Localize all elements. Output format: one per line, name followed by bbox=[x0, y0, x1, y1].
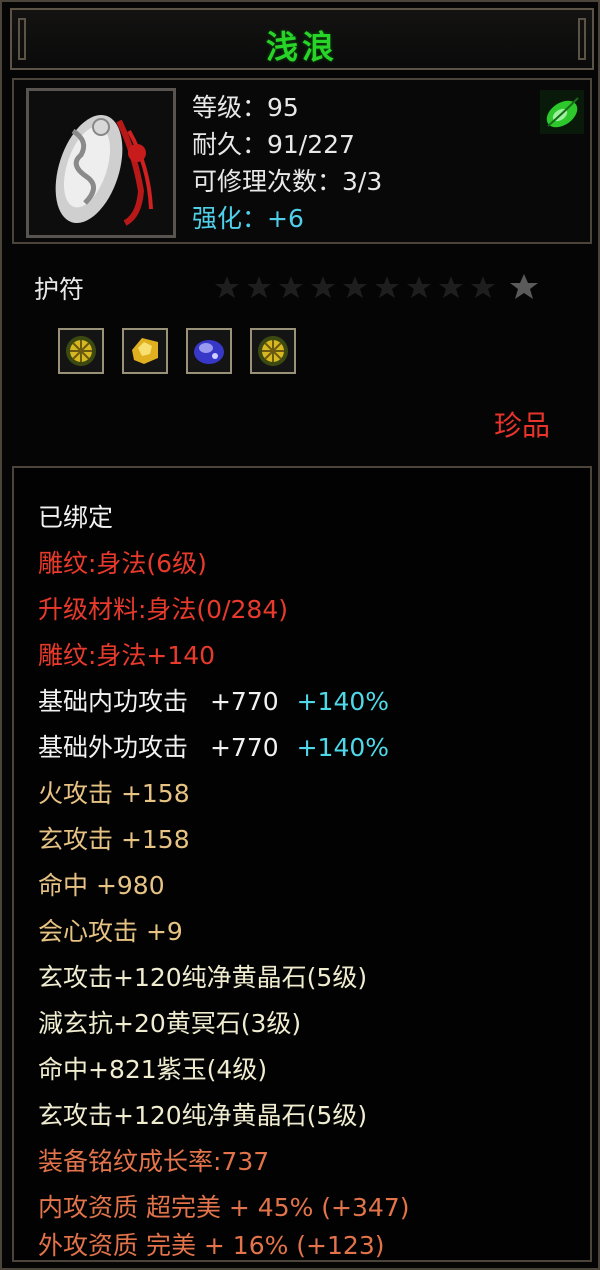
socket-line-2: 減玄抗+20黄冥石(3级) bbox=[38, 1009, 302, 1038]
yellow-crystal-gem-icon[interactable] bbox=[250, 328, 296, 374]
engrave-line: 雕纹:身法(6级) bbox=[38, 549, 207, 578]
item-level: 等级：95 bbox=[192, 93, 299, 122]
xuan-attack-line: 玄攻击 +158 bbox=[38, 825, 190, 854]
fire-attack-line: 火攻击 +158 bbox=[38, 779, 190, 808]
inner-attack-value: +770 bbox=[209, 687, 279, 716]
yellow-stone-gem-icon[interactable] bbox=[122, 328, 168, 374]
star-icon bbox=[510, 274, 538, 299]
item-repair-count: 可修理次数：3/3 bbox=[192, 167, 383, 196]
inner-quality-line: 内攻资质 超完美 + 45% (+347) bbox=[38, 1193, 410, 1222]
socket-line-4: 玄攻击+120纯净黄晶石(5级) bbox=[38, 1101, 368, 1130]
attribute-panel: 已绑定 雕纹:身法(6级) 升级材料:身法(0/284) 雕纹:身法+140 基… bbox=[12, 466, 592, 1262]
title-bar: 浅浪 bbox=[10, 8, 594, 70]
inner-attack-line: 基础内功攻击 +770 +140% bbox=[38, 682, 389, 718]
crit-line: 会心攻击 +9 bbox=[38, 917, 183, 946]
engrave-bonus-line: 雕纹:身法+140 bbox=[38, 641, 216, 670]
growth-rate-line: 装备铭纹成长率:737 bbox=[38, 1147, 270, 1176]
outer-attack-pct: +140% bbox=[296, 733, 390, 762]
outer-attack-line: 基础外功攻击 +770 +140% bbox=[38, 728, 389, 764]
hit-line: 命中 +980 bbox=[38, 871, 165, 900]
outer-quality-line: 外攻资质 完美 + 16% (+123) bbox=[38, 1231, 385, 1260]
yellow-crystal-gem-icon[interactable] bbox=[58, 328, 104, 374]
item-name: 浅浪 bbox=[265, 28, 338, 66]
item-enhance: 强化：+6 bbox=[192, 204, 304, 233]
bound-status: 已绑定 bbox=[38, 503, 114, 532]
socket-line-3: 命中+821紫玉(4级) bbox=[38, 1055, 268, 1084]
socket-line-1: 玄攻击+120纯净黄晶石(5级) bbox=[38, 963, 368, 992]
item-type: 护符 bbox=[34, 275, 85, 304]
outer-attack-value: +770 bbox=[209, 733, 279, 762]
inner-attack-pct: +140% bbox=[296, 687, 390, 716]
item-tooltip: 浅浪 等级：95 耐久：91/227 可修理次数：3/3 强化：+6 护符 珍品… bbox=[0, 0, 600, 1270]
item-durability: 耐久：91/227 bbox=[192, 130, 355, 159]
upgrade-material-line: 升级材料:身法(0/284) bbox=[38, 595, 288, 624]
outer-attack-label: 基础外功攻击 bbox=[38, 733, 189, 762]
amulet-jade-icon bbox=[26, 88, 176, 238]
purple-jade-gem-icon[interactable] bbox=[186, 328, 232, 374]
green-leaf-icon bbox=[540, 90, 584, 134]
inner-attack-label: 基础内功攻击 bbox=[38, 687, 189, 716]
star-rating bbox=[212, 268, 542, 312]
item-info-panel: 等级：95 耐久：91/227 可修理次数：3/3 强化：+6 bbox=[12, 78, 592, 244]
item-quality: 珍品 bbox=[494, 409, 551, 442]
